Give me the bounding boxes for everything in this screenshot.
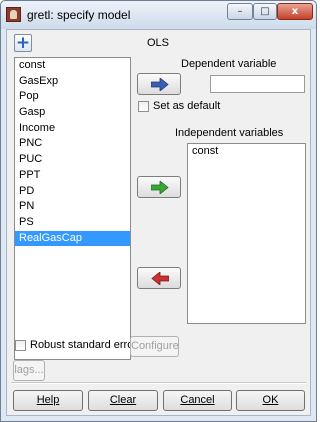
independent-variables-label: Independent variables (175, 127, 284, 139)
close-button[interactable]: x (277, 3, 313, 20)
variable-list[interactable]: const GasExp Pop Gasp Income PNC PUC PPT PD PN PS R… (14, 57, 131, 360)
configure-button[interactable]: Configure (130, 336, 179, 357)
variable-list-item[interactable]: PNC (15, 136, 130, 152)
help-button-label: Help (36, 394, 60, 406)
add-variable-button[interactable]: + (14, 33, 32, 53)
variable-list-item[interactable]: Gasp (15, 105, 130, 121)
dependent-variable-label: Dependent variable (181, 58, 277, 70)
independent-list-item[interactable]: const (188, 144, 305, 160)
cancel-button[interactable]: Cancel (163, 390, 232, 411)
lags-button[interactable]: lags... (13, 360, 45, 381)
dialog-window: gretl: specify model – □ x + OLS const Ga… (0, 0, 317, 422)
help-button[interactable]: Help (13, 390, 83, 411)
dialog-body: + OLS const GasExp Pop Gasp Income PNC PUC PPT P… (6, 29, 311, 416)
arrow-right-green-icon (151, 181, 169, 194)
variable-list-item[interactable]: RealGasCap (15, 230, 130, 247)
remove-independent-button[interactable] (137, 267, 181, 289)
add-independent-button[interactable] (137, 176, 181, 198)
variable-list-item[interactable]: GasExp (15, 74, 130, 90)
window-title: gretl: specify model (27, 8, 131, 22)
separator (11, 382, 306, 384)
variable-list-item[interactable]: PPT (15, 168, 130, 184)
set-as-default-label: Set as default (153, 100, 221, 112)
dependent-variable-field[interactable] (210, 75, 305, 93)
variable-list-item[interactable]: PS (15, 215, 130, 231)
plus-icon: + (15, 33, 31, 53)
arrow-left-red-icon (151, 272, 169, 285)
estimator-label: OLS (147, 37, 170, 49)
title-bar[interactable]: gretl: specify model – □ x (1, 1, 316, 29)
gretl-app-icon (6, 7, 21, 22)
cancel-button-label: Cancel (180, 394, 215, 406)
variable-list-item[interactable]: PN (15, 199, 130, 215)
ok-button-label: OK (262, 394, 279, 406)
minimize-button[interactable]: – (227, 3, 253, 20)
ok-button[interactable]: OK (236, 390, 305, 411)
independent-variable-list[interactable]: const (187, 143, 306, 324)
variable-list-item[interactable]: Income (15, 121, 130, 137)
clear-button[interactable]: Clear (88, 390, 158, 411)
clear-button-label: Clear (109, 394, 137, 406)
variable-list-item[interactable]: Pop (15, 89, 130, 105)
robust-standard-errors-label: Robust standard errors (30, 339, 143, 351)
variable-list-item[interactable]: PD (15, 184, 130, 200)
maximize-button[interactable]: □ (253, 3, 277, 20)
arrow-right-blue-icon (151, 78, 169, 91)
robust-standard-errors-checkbox[interactable] (15, 340, 26, 351)
variable-list-item[interactable]: PUC (15, 152, 130, 168)
set-as-default-checkbox[interactable] (138, 101, 149, 112)
variable-list-item[interactable]: const (15, 58, 130, 74)
set-dependent-button[interactable] (137, 73, 181, 95)
